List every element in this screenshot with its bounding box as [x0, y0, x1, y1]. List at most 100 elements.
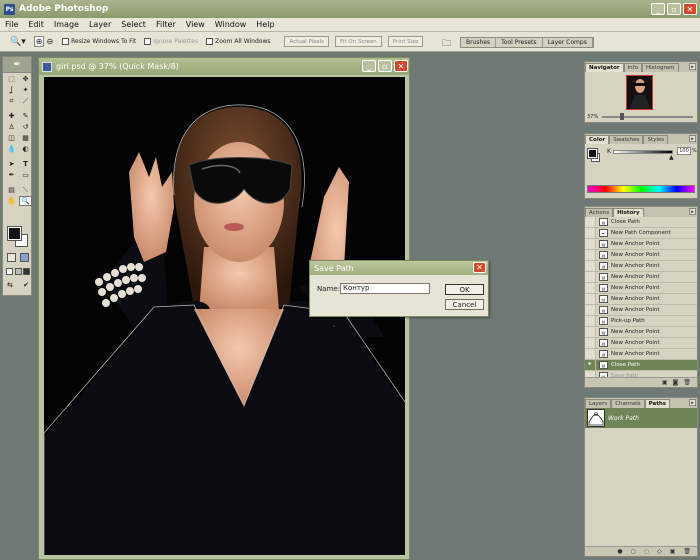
eraser-tool-icon[interactable]: ◫ — [5, 133, 18, 143]
minimize-button[interactable]: _ — [651, 3, 665, 15]
blur-tool-icon[interactable]: 💧 — [5, 144, 18, 154]
history-item[interactable]: ▤ New Anchor Point — [585, 338, 697, 349]
tab-styles[interactable]: Styles — [643, 135, 669, 144]
ignore-palettes-checkbox[interactable]: Ignore Palettes — [144, 38, 198, 45]
new-document-icon[interactable]: ▣ — [662, 379, 668, 386]
tab-histogram[interactable]: Histogram — [641, 63, 679, 72]
fit-on-screen-button[interactable]: Fit On Screen — [335, 36, 382, 47]
zoom-in-icon[interactable]: ⊕ — [33, 36, 45, 47]
history-item[interactable]: ▤ Close Path — [585, 217, 697, 228]
history-item[interactable]: ▤ New Anchor Point — [585, 305, 697, 316]
history-item[interactable]: ▤ New Anchor Point — [585, 283, 697, 294]
new-path-icon[interactable]: ▣ — [670, 548, 676, 555]
brush-tool-icon[interactable]: ✎ — [19, 111, 32, 121]
crop-tool-icon[interactable]: ⌗ — [5, 96, 18, 106]
marquee-tool-icon[interactable]: ⬚ — [5, 74, 18, 84]
zoom-out-icon[interactable]: ⊖ — [45, 37, 54, 46]
history-item[interactable]: ✒ New Path Component — [585, 228, 697, 239]
tab-navigator[interactable]: Navigator — [585, 63, 624, 72]
path-selection-tool-icon[interactable]: ➤ — [5, 159, 18, 169]
delete-icon[interactable]: 🗑 — [683, 379, 691, 386]
clone-stamp-tool-icon[interactable]: ♙ — [5, 122, 18, 132]
history-item-selected[interactable]: ▸ ▤ Close Path — [585, 360, 697, 371]
color-spectrum-bar[interactable] — [587, 185, 695, 193]
type-tool-icon[interactable]: T — [19, 159, 32, 169]
menu-filter[interactable]: Filter — [151, 20, 181, 29]
actual-pixels-button[interactable]: Actual Pixels — [284, 36, 330, 47]
quick-mask-mode-icon[interactable] — [20, 253, 29, 262]
jump-to-imageready-icon[interactable]: ⇆ — [7, 281, 13, 289]
lasso-tool-icon[interactable]: ʆ — [5, 85, 18, 95]
pen-tool-icon[interactable]: ✒ — [5, 170, 18, 180]
menu-layer[interactable]: Layer — [84, 20, 116, 29]
history-item[interactable]: ▤ New Anchor Point — [585, 239, 697, 250]
feather-logo-icon[interactable]: ✒ — [3, 57, 31, 73]
menu-window[interactable]: Window — [210, 20, 252, 29]
path-name-input[interactable]: Контур — [340, 283, 430, 294]
menu-image[interactable]: Image — [49, 20, 84, 29]
history-item[interactable]: ▤ New Anchor Point — [585, 327, 697, 338]
tab-paths[interactable]: Paths — [644, 399, 671, 408]
k-slider-thumb-icon[interactable]: ▲ — [669, 154, 674, 161]
history-menu-icon[interactable]: ▸ — [689, 208, 696, 215]
well-tab-brushes[interactable]: Brushes — [461, 38, 497, 47]
tab-history[interactable]: History — [613, 208, 644, 217]
file-browser-icon[interactable]: 🗀 — [442, 36, 451, 52]
tab-color[interactable]: Color — [585, 135, 610, 144]
eyedropper-tool-icon[interactable]: ⟍ — [19, 185, 32, 195]
stroke-path-icon[interactable]: ○ — [631, 548, 636, 555]
history-item[interactable]: ▤ New Anchor Point — [585, 261, 697, 272]
zoom-all-windows-checkbox[interactable]: Zoom All Windows — [206, 38, 270, 45]
gradient-tool-icon[interactable]: ▦ — [19, 133, 32, 143]
resize-windows-checkbox[interactable]: Resize Windows To Fit — [62, 38, 136, 45]
zoom-tool-icon[interactable]: 🔍▾ — [10, 37, 26, 47]
tab-info[interactable]: Info — [623, 63, 642, 72]
screen-mode-menubar-icon[interactable] — [14, 268, 22, 275]
zoom-tool-icon[interactable]: 🔍 — [19, 196, 32, 206]
ok-button[interactable]: OK — [445, 284, 484, 295]
navigator-menu-icon[interactable]: ▸ — [689, 63, 696, 70]
print-size-button[interactable]: Print Size — [387, 36, 424, 47]
history-item[interactable]: ▤ New Anchor Point — [585, 250, 697, 261]
close-button[interactable]: ✕ — [683, 3, 697, 15]
maximize-button[interactable]: ▫ — [667, 3, 681, 15]
fill-path-icon[interactable]: ● — [617, 548, 622, 555]
magic-wand-tool-icon[interactable]: ✦ — [19, 85, 32, 95]
check-icon[interactable]: ✔ — [23, 281, 29, 289]
doc-close-button[interactable]: ✕ — [394, 60, 408, 72]
k-value-field[interactable]: 100 — [677, 147, 691, 155]
history-item[interactable]: ▤ Pick-up Path — [585, 316, 697, 327]
menu-file[interactable]: File — [0, 20, 23, 29]
shape-tool-icon[interactable]: ▭ — [19, 170, 32, 180]
menu-view[interactable]: View — [181, 20, 210, 29]
move-tool-icon[interactable]: ✥ — [19, 74, 32, 84]
doc-minimize-button[interactable]: _ — [362, 60, 376, 72]
standard-mode-icon[interactable] — [7, 253, 16, 262]
history-item[interactable]: ▤ New Anchor Point — [585, 294, 697, 305]
paths-menu-icon[interactable]: ▸ — [689, 399, 696, 406]
new-snapshot-icon[interactable]: ◙ — [673, 379, 679, 386]
cancel-button[interactable]: Cancel — [445, 299, 484, 310]
foreground-color-swatch[interactable] — [7, 226, 22, 241]
healing-brush-tool-icon[interactable]: ✚ — [5, 111, 18, 121]
notes-tool-icon[interactable]: ▤ — [5, 185, 18, 195]
hand-tool-icon[interactable]: ✋ — [5, 196, 18, 206]
history-item[interactable]: ▤ New Anchor Point — [585, 349, 697, 360]
tab-layers[interactable]: Layers — [585, 399, 612, 408]
work-path-row[interactable]: Work Path — [585, 408, 697, 428]
color-fg-swatch[interactable] — [587, 148, 598, 159]
history-item[interactable]: ▤ New Anchor Point — [585, 272, 697, 283]
dialog-close-button[interactable]: ✕ — [473, 262, 486, 273]
load-selection-icon[interactable]: ◌ — [644, 548, 649, 555]
k-slider[interactable] — [613, 150, 673, 154]
tab-channels[interactable]: Channels — [611, 399, 645, 408]
navigator-thumbnail[interactable] — [626, 75, 653, 110]
dodge-tool-icon[interactable]: ◐ — [19, 144, 32, 154]
navigator-zoom-slider[interactable] — [602, 113, 693, 120]
menu-edit[interactable]: Edit — [23, 20, 49, 29]
color-menu-icon[interactable]: ▸ — [689, 135, 696, 142]
make-work-path-icon[interactable]: ◇ — [657, 548, 662, 555]
screen-mode-standard-icon[interactable] — [6, 268, 13, 275]
doc-maximize-button[interactable]: ▫ — [378, 60, 392, 72]
menu-select[interactable]: Select — [116, 20, 151, 29]
